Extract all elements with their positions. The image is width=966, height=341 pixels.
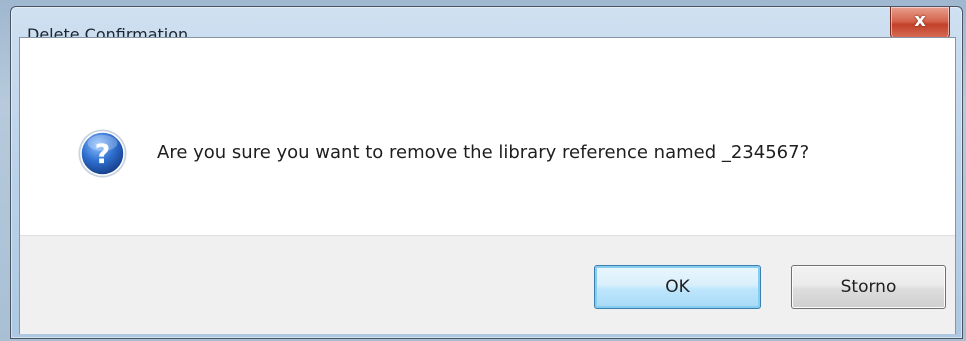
question-icon: ? <box>78 129 127 178</box>
ok-button[interactable]: OK <box>594 265 761 309</box>
close-button[interactable]: x <box>890 7 950 40</box>
cancel-button[interactable]: Storno <box>791 265 946 309</box>
confirmation-message: Are you sure you want to remove the libr… <box>157 142 810 163</box>
message-area: ? Are you sure you want to remove the li… <box>20 38 955 235</box>
delete-confirmation-dialog: Delete Confirmation x ? Are you sure you… <box>10 6 963 339</box>
svg-text:?: ? <box>95 139 111 170</box>
close-icon: x <box>914 10 926 31</box>
button-bar: OK Storno <box>20 235 955 334</box>
dialog-body: ? Are you sure you want to remove the li… <box>19 37 956 334</box>
